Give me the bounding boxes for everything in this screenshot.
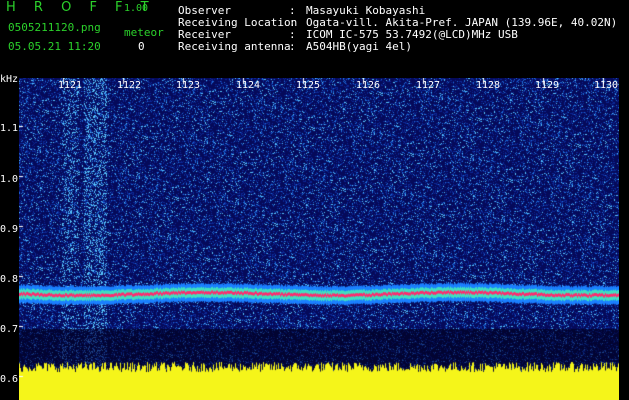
meteor-label: meteor (124, 26, 164, 39)
file-name: 0505211120.png (8, 21, 101, 34)
x-tick-label: 1128 (476, 80, 501, 91)
capture-datetime: 05.05.21 11:20 (8, 40, 101, 53)
x-tick-label: 1122 (117, 80, 142, 91)
y-tick-label: 0.9 (0, 224, 19, 235)
x-tick-label: 1130 (594, 80, 619, 91)
x-tick-label: 1125 (296, 80, 321, 91)
x-tick-label: 1124 (236, 80, 261, 91)
meteor-count: 0 (138, 40, 145, 53)
y-tick-label: 0.7 (0, 324, 19, 335)
x-tick-label: 1123 (176, 80, 201, 91)
x-tick-label: 1121 (58, 80, 83, 91)
app-version: 1.00 (124, 3, 149, 14)
y-tick-label: 0.8 (0, 274, 19, 285)
spectrogram-plot (19, 78, 619, 400)
info-label-antenna: Receiving antenna (178, 40, 291, 53)
y-tick-label: 0.6 (0, 374, 19, 385)
y-tick-label: 1.0 (0, 174, 19, 185)
spectrogram-canvas (19, 78, 619, 400)
y-tick-label: 1.1 (0, 123, 19, 134)
y-axis-unit: kHz (0, 74, 19, 85)
x-tick-label: 1127 (416, 80, 441, 91)
x-tick-label: 1129 (535, 80, 560, 91)
header-panel: H R O F F T 1.00 0505211120.png meteor 0… (0, 0, 629, 72)
x-tick-label: 1126 (356, 80, 381, 91)
info-value-antenna: A504HB(yagi 4el) (306, 40, 412, 53)
info-colon: : (289, 40, 296, 53)
